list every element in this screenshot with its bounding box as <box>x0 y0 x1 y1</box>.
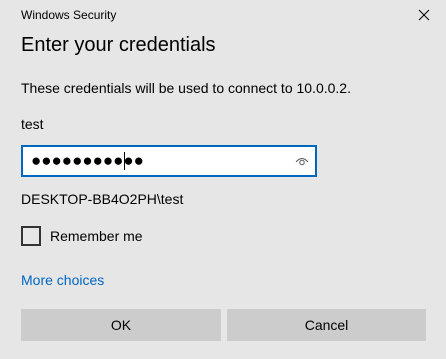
ok-button[interactable]: OK <box>21 309 221 341</box>
close-icon <box>418 9 430 21</box>
title-bar: Windows Security <box>0 0 446 30</box>
remember-me-checkbox[interactable]: Remember me <box>21 225 143 247</box>
eye-icon[interactable] <box>295 154 309 168</box>
password-value: ●●●●●●●●●●● <box>31 151 144 170</box>
credential-dialog: Windows Security Enter your credentials … <box>0 0 446 359</box>
remember-me-label: Remember me <box>50 228 143 244</box>
dialog-description: These credentials will be used to connec… <box>21 80 351 96</box>
cancel-button[interactable]: Cancel <box>227 309 426 341</box>
window-title: Windows Security <box>21 8 117 22</box>
text-caret <box>124 152 125 170</box>
password-field[interactable]: ●●●●●●●●●●● <box>21 145 317 177</box>
domain-username: DESKTOP-BB4O2PH\test <box>21 191 184 207</box>
checkbox-box[interactable] <box>21 226 41 246</box>
dialog-heading: Enter your credentials <box>21 34 216 56</box>
username-text: test <box>21 116 44 132</box>
close-button[interactable] <box>410 4 438 26</box>
more-choices-link[interactable]: More choices <box>21 272 104 288</box>
